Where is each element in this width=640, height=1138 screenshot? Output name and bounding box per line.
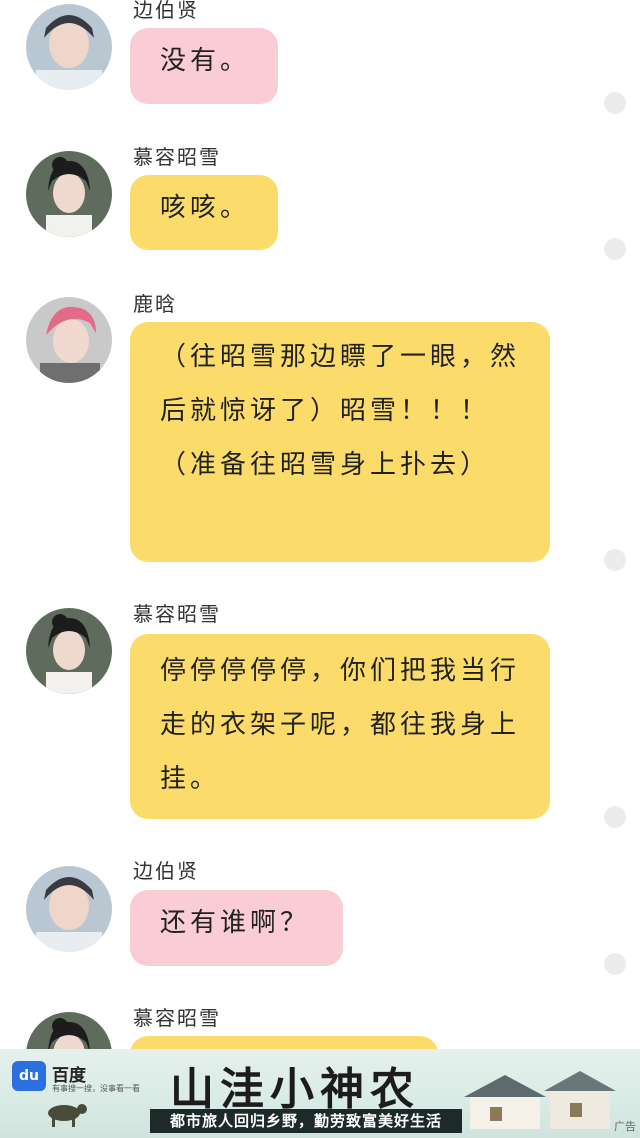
ad-mark[interactable]: 广告 <box>614 1118 636 1134</box>
avatar[interactable] <box>26 151 112 237</box>
status-dot <box>604 806 626 828</box>
message-bubble[interactable]: 还有谁啊？ <box>130 890 343 966</box>
sender-name: 慕容昭雪 <box>133 602 221 626</box>
sender-name: 边伯贤 <box>133 859 199 883</box>
message-bubble[interactable]: （往昭雪那边瞟了一眼，然后就惊讶了）昭雪！！！（准备往昭雪身上扑去） <box>130 322 550 562</box>
message-bubble[interactable]: 咳咳。 <box>130 175 278 250</box>
status-dot <box>604 238 626 260</box>
status-dot <box>604 953 626 975</box>
message-bubble[interactable]: 没有。 <box>130 28 278 104</box>
status-dot <box>604 92 626 114</box>
baidu-logo-icon: du <box>12 1061 46 1091</box>
ad-banner[interactable]: du 百度 有事搜一搜，没事看一看 山洼小神农 都市旅人回归乡野，勤劳致富美好生… <box>0 1049 640 1138</box>
message-bubble[interactable]: 停停停停停，你们把我当行走的衣架子呢，都往我身上挂。 <box>130 634 550 819</box>
ox-illustration <box>48 1104 87 1127</box>
ad-slogan: 有事搜一搜，没事看一看 <box>52 1084 140 1093</box>
sender-name: 边伯贤 <box>133 0 199 22</box>
avatar[interactable] <box>26 4 112 90</box>
village-illustration <box>464 1071 616 1129</box>
sender-name: 慕容昭雪 <box>133 1006 221 1030</box>
avatar[interactable] <box>26 608 112 694</box>
avatar[interactable] <box>26 866 112 952</box>
avatar[interactable] <box>26 297 112 383</box>
status-dot <box>604 549 626 571</box>
ad-title: 山洼小神农 <box>170 1064 420 1115</box>
sender-name: 慕容昭雪 <box>133 145 221 169</box>
sender-name: 鹿晗 <box>133 292 177 316</box>
ad-subtitle: 都市旅人回归乡野，勤劳致富美好生活 <box>150 1109 463 1133</box>
